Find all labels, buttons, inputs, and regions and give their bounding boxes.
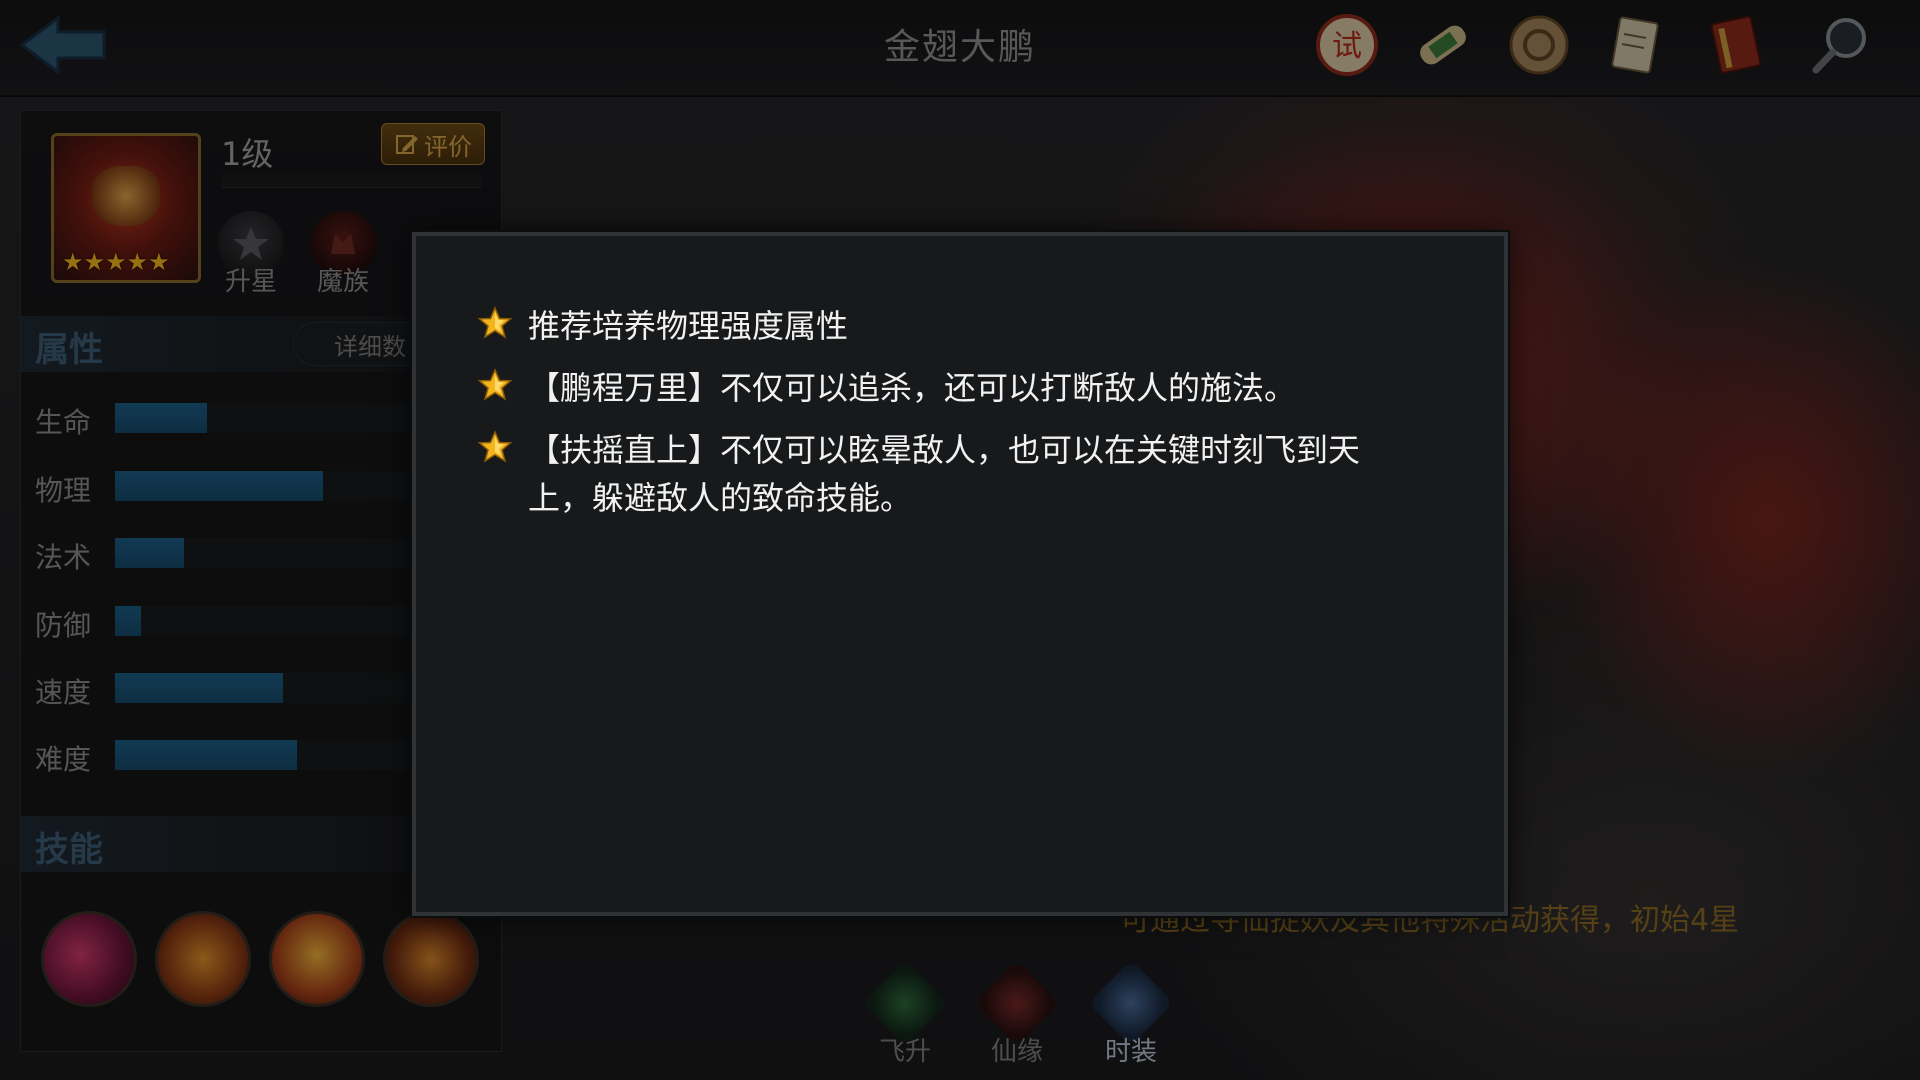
tips-dialog: 推荐培养物理强度属性 【鹏程万里】不仅可以追杀，还可以打断敌人的施法。 【扶摇直… [412,232,1508,916]
tip-text: 【鹏程万里】不仅可以追杀，还可以打断敌人的施法。 [528,369,1297,407]
tip-item: 推荐培养物理强度属性 [478,302,1438,350]
star-bullet-icon [478,368,512,401]
tip-text: 【扶摇直上】不仅可以眩晕敌人，也可以在关键时刻飞到天上，躲避敌人的致命技能。 [528,431,1361,517]
star-bullet-icon [478,430,512,463]
star-bullet-icon [478,306,512,339]
tip-item: 【扶摇直上】不仅可以眩晕敌人，也可以在关键时刻飞到天上，躲避敌人的致命技能。 [478,426,1408,522]
tip-item: 【鹏程万里】不仅可以追杀，还可以打断敌人的施法。 [478,364,1438,412]
tip-text: 推荐培养物理强度属性 [528,307,849,345]
